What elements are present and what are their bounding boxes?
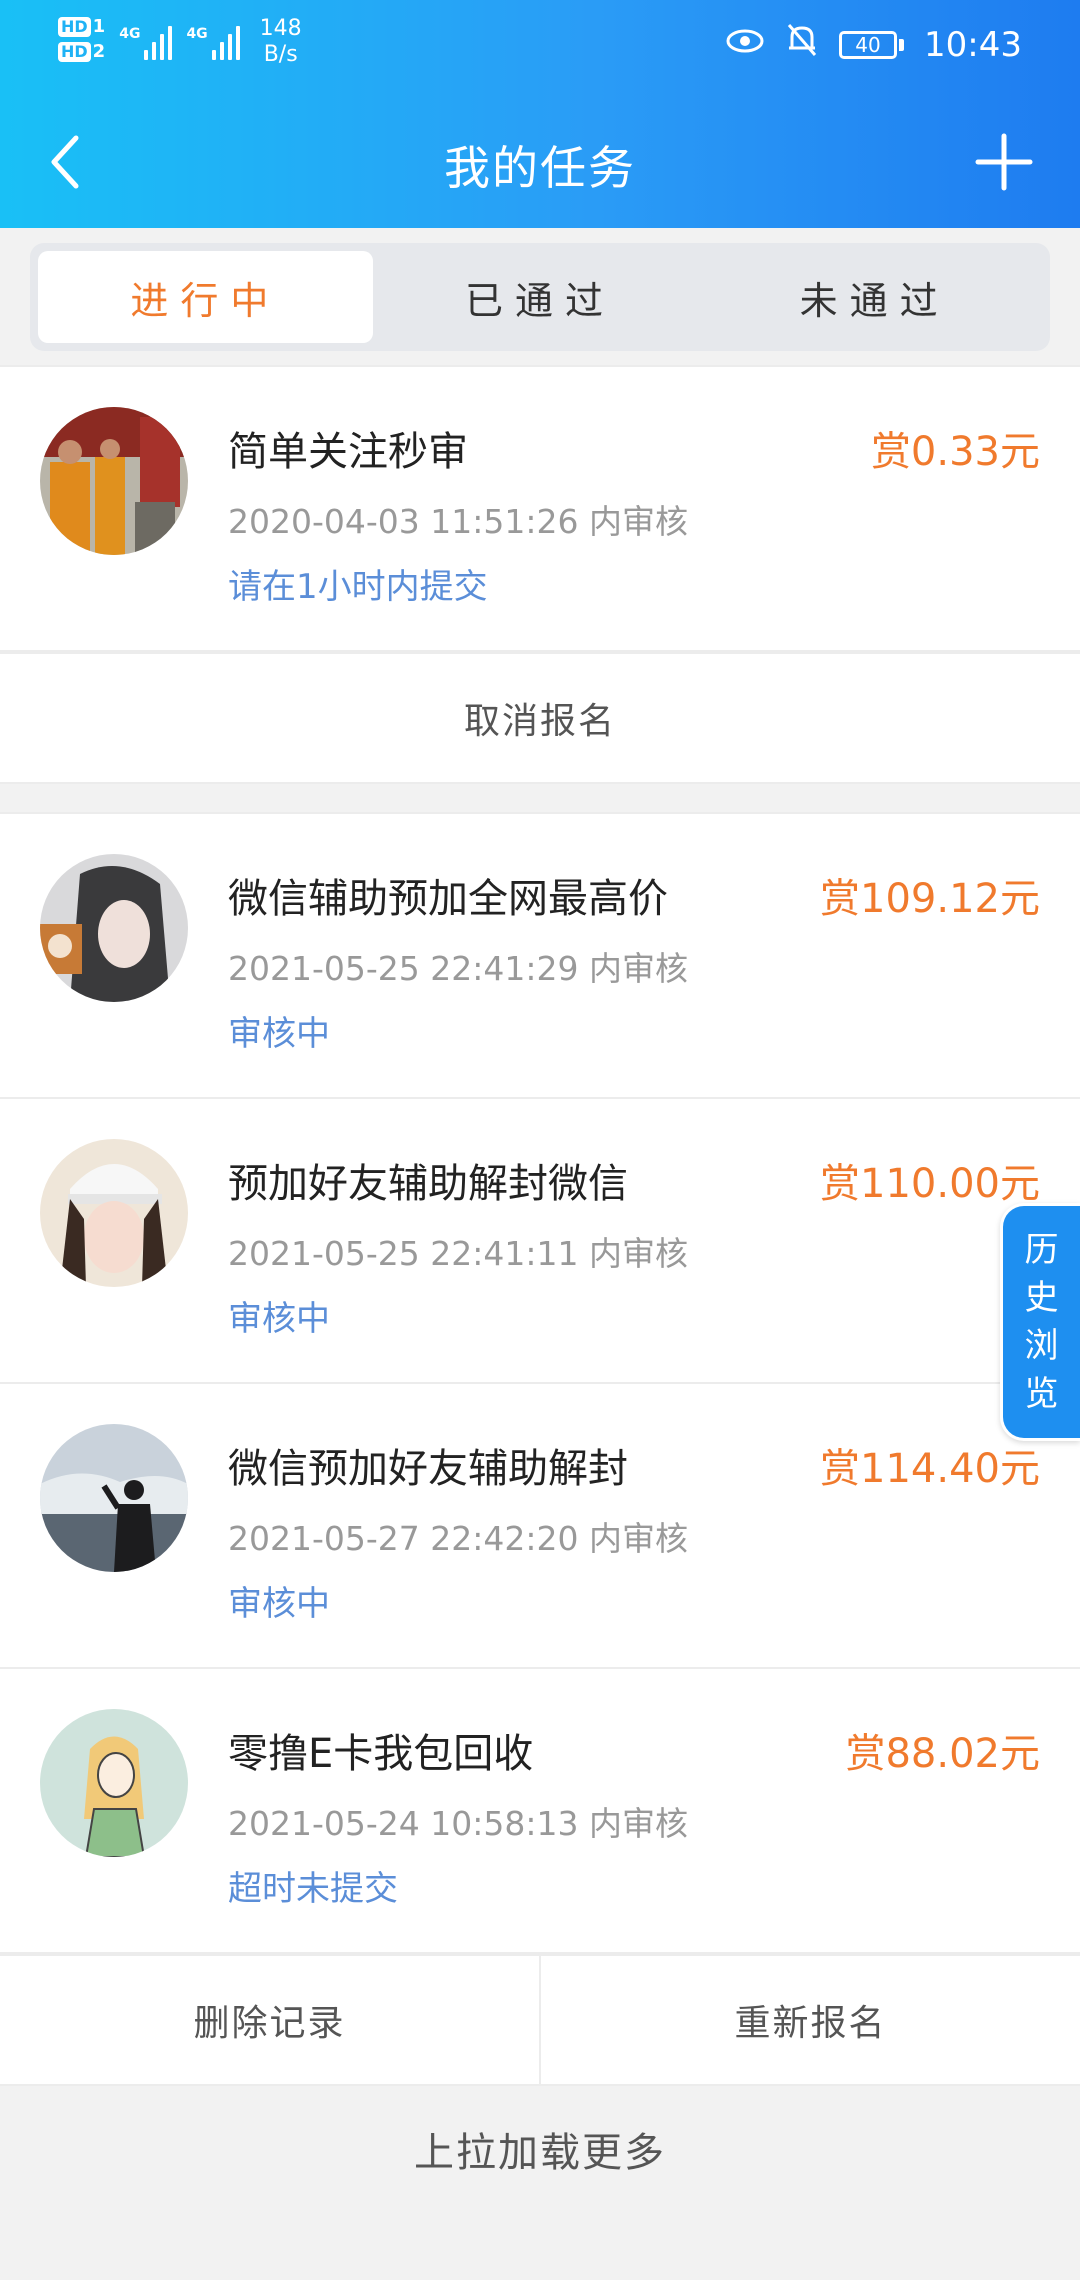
delete-record-button[interactable]: 删除记录	[0, 1956, 539, 2084]
task-item[interactable]: 微信辅助预加全网最高价 赏109.12元 2021-05-25 22:41:29…	[0, 814, 1080, 1099]
task-title: 预加好友辅助解封微信	[228, 1161, 628, 1207]
task-reward: 赏88.02元	[845, 1731, 1040, 1777]
task-item[interactable]: 零撸E卡我包回收 赏88.02元 2021-05-24 10:58:13 内审核…	[0, 1669, 1080, 1954]
task-title: 微信预加好友辅助解封	[228, 1446, 628, 1492]
task-deadline: 2021-05-24 10:58:13 内审核	[228, 1804, 688, 1843]
task-reward: 赏0.33元	[870, 429, 1040, 475]
tab-in-progress[interactable]: 进行中	[38, 251, 373, 343]
task-status: 审核中	[228, 1014, 330, 1054]
task-deadline: 2021-05-25 22:41:11 内审核	[228, 1234, 688, 1273]
task-status: 超时未提交	[228, 1869, 398, 1909]
task-reward: 赏109.12元	[820, 876, 1040, 922]
task-card-2: 微信辅助预加全网最高价 赏109.12元 2021-05-25 22:41:29…	[0, 812, 1080, 2086]
task-title: 简单关注秒审	[228, 429, 468, 475]
avatar	[40, 407, 188, 555]
history-browse-button[interactable]: 历 史 浏 览	[1000, 1203, 1080, 1441]
task-status: 请在1小时内提交	[228, 567, 488, 607]
avatar	[40, 854, 188, 1002]
task-deadline: 2021-05-27 22:42:20 内审核	[228, 1519, 688, 1558]
tab-approved[interactable]: 已通过	[373, 251, 708, 343]
task-reward: 赏114.40元	[820, 1446, 1040, 1492]
hd-badge-2: HD 2	[58, 41, 105, 62]
task-deadline: 2021-05-25 22:41:29 内审核	[228, 949, 688, 988]
action-row: 取消报名	[0, 652, 1080, 782]
avatar	[40, 1139, 188, 1287]
status-tabs: 进行中 已通过 未通过	[30, 243, 1050, 351]
action-row: 删除记录 重新报名	[0, 1954, 1080, 2084]
mute-bell-icon	[785, 22, 819, 67]
task-item[interactable]: 微信预加好友辅助解封 赏114.40元 2021-05-27 22:42:20 …	[0, 1384, 1080, 1669]
task-title: 零撸E卡我包回收	[228, 1731, 534, 1777]
avatar	[40, 1424, 188, 1572]
resignup-button[interactable]: 重新报名	[539, 1956, 1080, 2084]
load-more-hint: 上拉加载更多	[414, 2130, 666, 2176]
task-card-1: 简单关注秒审 赏0.33元 2020-04-03 11:51:26 内审核 请在…	[0, 365, 1080, 784]
page-title: 我的任务	[444, 141, 636, 195]
app-header: HD 1 HD 2 4G 4G 148 B/s 40 10:43 我的任务	[0, 0, 1080, 228]
tab-rejected[interactable]: 未通过	[707, 251, 1042, 343]
signal-icon-2: 4G	[186, 16, 240, 60]
task-status: 审核中	[228, 1299, 330, 1339]
status-left: HD 1 HD 2 4G 4G 148 B/s	[58, 16, 302, 68]
task-title: 微信辅助预加全网最高价	[228, 876, 668, 922]
status-bar: HD 1 HD 2 4G 4G 148 B/s 40 10:43	[0, 0, 1080, 92]
eye-comfort-icon	[725, 25, 765, 65]
task-deadline: 2020-04-03 11:51:26 内审核	[228, 502, 688, 541]
clock: 10:43	[924, 24, 1022, 65]
avatar	[40, 1709, 188, 1857]
nav-bar: 我的任务	[0, 92, 1080, 228]
task-reward: 赏110.00元	[820, 1161, 1040, 1207]
hd-badges: HD 1 HD 2	[58, 16, 105, 62]
status-right: 40 10:43	[725, 22, 1022, 67]
cancel-signup-button[interactable]: 取消报名	[0, 654, 1080, 782]
network-speed: 148 B/s	[259, 16, 302, 67]
task-item[interactable]: 预加好友辅助解封微信 赏110.00元 2021-05-25 22:41:11 …	[0, 1099, 1080, 1384]
task-status: 审核中	[228, 1584, 330, 1624]
add-icon[interactable]	[964, 122, 1044, 202]
battery-icon: 40	[839, 30, 905, 59]
task-item[interactable]: 简单关注秒审 赏0.33元 2020-04-03 11:51:26 内审核 请在…	[0, 367, 1080, 652]
signal-icon-1: 4G	[119, 16, 173, 60]
hd-badge-1: HD 1	[58, 16, 105, 37]
